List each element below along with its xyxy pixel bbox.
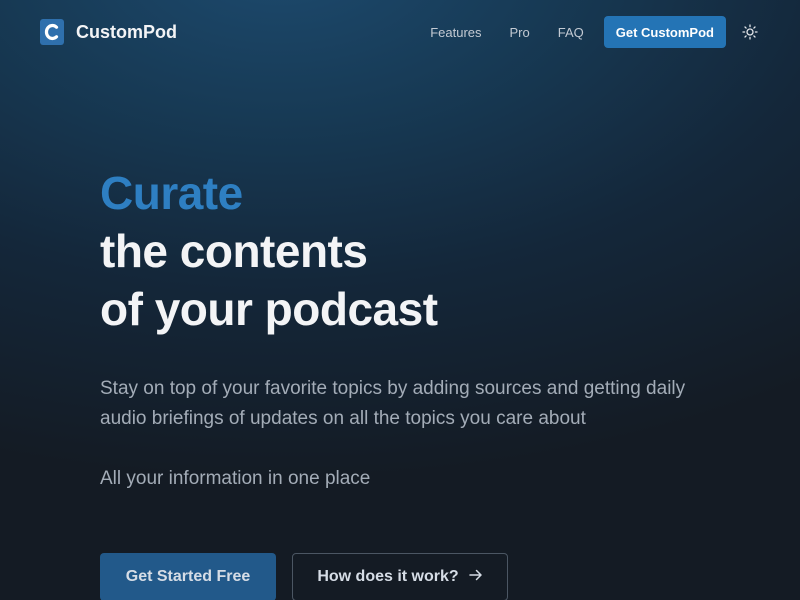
how-does-it-work-button[interactable]: How does it work?	[292, 553, 508, 600]
hero-lead: Stay on top of your favorite topics by a…	[100, 378, 686, 429]
arrow-right-icon	[468, 568, 483, 586]
hero-heading-line3: of your podcast	[100, 283, 438, 335]
brand-name: CustomPod	[76, 21, 177, 42]
nav-links: Features Pro FAQ Get CustomPod	[430, 16, 760, 48]
navbar: CustomPod Features Pro FAQ Get CustomPod	[0, 0, 800, 64]
hero-subtext: All your information in one place	[100, 468, 371, 489]
nav-link-faq[interactable]: FAQ	[558, 25, 584, 40]
nav-link-pro[interactable]: Pro	[510, 25, 530, 40]
get-custompod-button[interactable]: Get CustomPod	[603, 16, 726, 48]
hero-heading-line2: the contents	[100, 225, 368, 277]
brand[interactable]: CustomPod	[40, 19, 177, 45]
hero-heading: Curate the contents of your podcast	[100, 164, 740, 338]
cta-row: Get Started Free How does it work?	[100, 553, 508, 600]
sun-icon[interactable]	[740, 22, 760, 42]
custompod-logo-icon	[40, 19, 64, 45]
how-does-it-work-label: How does it work?	[317, 568, 459, 585]
get-started-free-button[interactable]: Get Started Free	[100, 553, 276, 600]
nav-link-features[interactable]: Features	[430, 25, 481, 40]
hero-section: Curate the contents of your podcast Stay…	[100, 164, 740, 494]
hero-heading-accent: Curate	[100, 167, 243, 219]
